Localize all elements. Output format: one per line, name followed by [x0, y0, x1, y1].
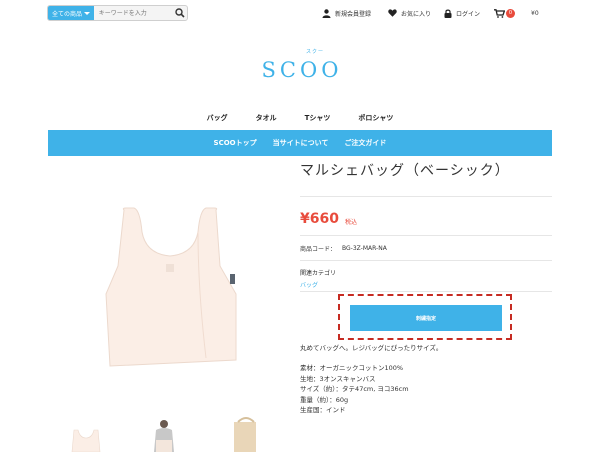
search-button[interactable]	[174, 6, 187, 20]
heart-icon	[388, 9, 397, 17]
related-category-label: 関連カテゴリ	[300, 270, 337, 277]
related-category-link[interactable]: バッグ	[300, 280, 552, 289]
login-label: ログイン	[456, 10, 481, 18]
search-bar: 全ての商品	[47, 5, 188, 21]
tote-bag-image	[105, 207, 237, 367]
cart-link[interactable]: 0 ¥0	[494, 6, 539, 20]
product-title: マルシェバッグ（ベーシック）	[300, 163, 510, 179]
product-info: マルシェバッグ（ベーシック） ¥660 税込 商品コード： BG-3Z-MAR-…	[300, 160, 552, 292]
category-nav: バッグ タオル Tシャツ ポロシャツ	[0, 113, 600, 123]
product-thumbnails	[48, 414, 288, 452]
tax-label: 税込	[344, 218, 357, 226]
nav-item-tshirt[interactable]: Tシャツ	[291, 113, 331, 123]
spec-fabric: 生地：3オンスキャンバス	[300, 374, 376, 383]
spec-material: 素材：オーガニックコットン100%	[300, 364, 404, 372]
register-link[interactable]: 新規会員登録	[322, 6, 371, 20]
model-thumb	[154, 420, 174, 452]
price-row: ¥660 税込	[300, 197, 552, 235]
nav-item-top[interactable]: SCOOトップ	[214, 138, 257, 148]
login-link[interactable]: ログイン	[444, 6, 480, 20]
cart-count-badge: 0	[506, 8, 515, 18]
nav-item-guide[interactable]: ご注文ガイド	[344, 138, 386, 148]
thumbnail-2[interactable]	[138, 414, 188, 452]
search-input[interactable]	[93, 6, 174, 20]
logo-text: SCOO	[261, 58, 343, 82]
product-code-row: 商品コード： BG-3Z-MAR-NA	[300, 236, 552, 260]
user-icon	[322, 8, 331, 18]
search-icon	[175, 8, 185, 18]
register-label: 新規会員登録	[335, 10, 372, 18]
product-description: 丸めてバッグへ。レジバッグにぴったりサイズ。	[300, 344, 443, 352]
site-logo[interactable]: スクー SCOO	[252, 48, 352, 88]
favorites-label: お気に入り	[401, 10, 432, 18]
nav-item-about[interactable]: 当サイトについて	[273, 138, 329, 148]
favorites-link[interactable]: お気に入り	[388, 6, 431, 20]
nav-item-bag[interactable]: バッグ	[207, 113, 228, 123]
nav-item-poloshirt[interactable]: ポロシャツ	[344, 113, 393, 123]
cart-total: ¥0	[531, 9, 539, 17]
cart-icon	[494, 8, 505, 18]
search-category-label: 全ての商品	[52, 10, 83, 18]
spec-size: サイズ（約）：タテ47cm, ヨコ36cm	[300, 385, 409, 393]
product-price: ¥660	[300, 211, 339, 227]
product-code: BG-3Z-MAR-NA	[342, 244, 387, 252]
chevron-down-icon	[83, 12, 90, 15]
related-category-row: 関連カテゴリ バッグ	[300, 261, 552, 291]
thumbnail-1[interactable]	[60, 414, 110, 452]
top-bar: 全ての商品 新規会員登録 お気に入り	[0, 0, 600, 26]
spec-weight: 重量（約）：60g	[300, 395, 349, 404]
site-nav-bar: SCOOトップ 当サイトについて ご注文ガイド	[48, 130, 552, 156]
lock-icon	[444, 9, 452, 18]
spec-origin: 生産国：インド	[300, 406, 346, 414]
logo-ruby: スクー	[306, 49, 325, 55]
product-main-image	[48, 170, 288, 410]
product-code-label: 商品コード：	[300, 245, 337, 253]
product-specs: 素材：オーガニックコットン100% 生地：3オンスキャンバス サイズ（約）：タテ…	[300, 363, 409, 416]
nav-item-towel[interactable]: タオル	[242, 113, 277, 123]
divider	[300, 291, 552, 292]
search-category-select[interactable]: 全ての商品	[48, 6, 94, 20]
tote-bag-thumb	[71, 429, 101, 452]
thumbnail-3[interactable]	[216, 414, 266, 452]
embroidery-button[interactable]: 刺繍指定	[350, 305, 502, 331]
bag-detail-thumb	[234, 417, 256, 452]
